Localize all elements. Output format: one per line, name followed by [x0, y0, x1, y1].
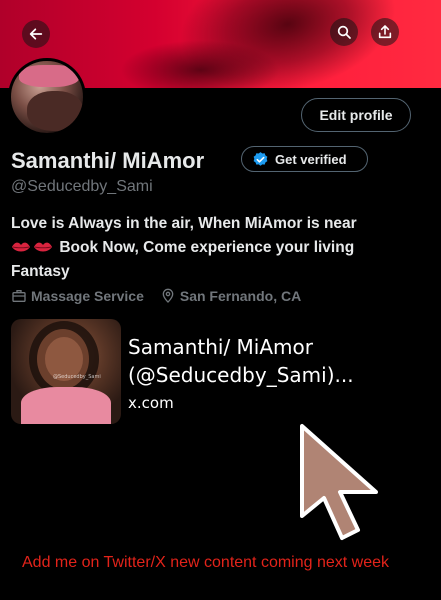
bio-line: Love is Always in the air, When MiAmor i…	[11, 215, 357, 232]
link-card-title[interactable]: Samanthi/ MiAmor (@Seducedby_Sami)...	[128, 333, 428, 389]
location-item: San Fernando, CA	[160, 288, 301, 304]
profile-meta: Massage Service San Fernando, CA	[11, 288, 317, 304]
arrow-left-icon	[29, 28, 43, 40]
profile-bio: Love is Always in the air, When MiAmor i…	[11, 212, 421, 284]
search-button[interactable]	[330, 18, 358, 46]
share-icon	[378, 25, 392, 39]
profile-handle: @Seducedby_Sami	[11, 178, 153, 195]
back-button[interactable]	[22, 20, 50, 48]
promo-caption: Add me on Twitter/X new content coming n…	[22, 554, 390, 571]
banner-shadow	[120, 40, 280, 88]
link-card-domain[interactable]: x.com	[128, 394, 174, 412]
bio-text: Book Now, Come experience your living	[59, 239, 355, 256]
get-verified-label: Get verified	[275, 151, 347, 167]
bio-line: Book Now, Come experience your living	[11, 236, 421, 260]
verified-badge-icon	[253, 151, 268, 166]
link-card-title-line: (@Seducedby_Sami)...	[128, 363, 354, 387]
link-card-thumbnail[interactable]: @Seducedby_Sami	[11, 319, 121, 424]
mouse-pointer-icon	[300, 424, 378, 540]
location-pin-icon	[162, 288, 174, 303]
lips-emoji-icon	[34, 242, 52, 252]
category-label: Massage Service	[31, 288, 144, 304]
share-button[interactable]	[371, 18, 399, 46]
get-verified-button[interactable]: Get verified	[241, 146, 368, 172]
profile-name: Samanthi/ MiAmor	[11, 148, 205, 173]
link-card-title-line: Samanthi/ MiAmor	[128, 335, 313, 359]
avatar[interactable]	[8, 58, 86, 136]
lips-emoji-icon	[12, 242, 30, 252]
category-item: Massage Service	[11, 288, 144, 304]
briefcase-icon	[12, 290, 26, 302]
bio-line: Fantasy	[11, 263, 70, 280]
thumbnail-watermark: @Seducedby_Sami	[53, 374, 101, 380]
search-icon	[337, 25, 351, 39]
edit-profile-button[interactable]: Edit profile	[301, 98, 411, 132]
location-label: San Fernando, CA	[179, 288, 302, 304]
